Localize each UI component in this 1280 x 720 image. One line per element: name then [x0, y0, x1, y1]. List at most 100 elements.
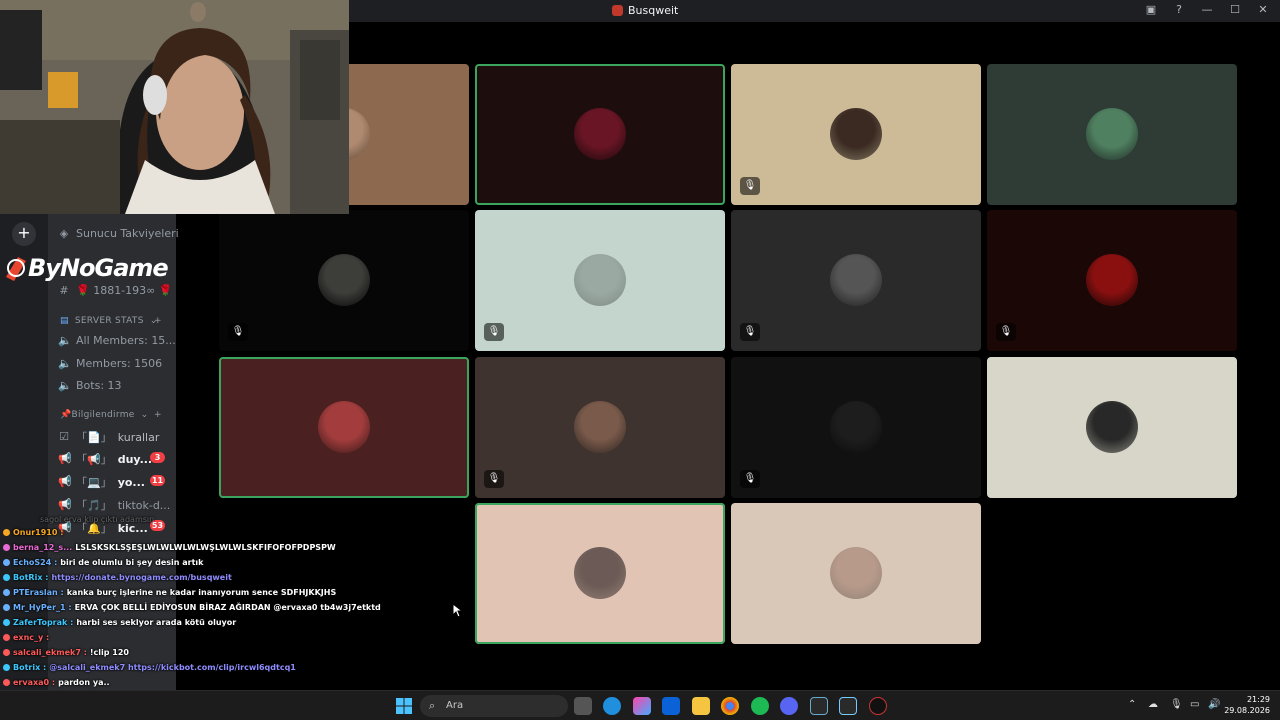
chrome-icon[interactable] [721, 697, 739, 715]
boost-icon: ◈ [59, 226, 69, 240]
muted-microphone-icon: 🎙 [228, 323, 248, 341]
channel-prefix: 「🎵」 [76, 499, 112, 512]
volume-icon[interactable]: 🔊 [1208, 699, 1220, 710]
chat-username: Mr_HyPer_1 : [13, 603, 72, 612]
participant-tile[interactable] [475, 64, 725, 205]
category-bilgilendirme[interactable]: 📌Bilgilendirme ⌄ + [60, 410, 162, 420]
channel-member-counter[interactable]: # 🌹 1881-193∞ 🌹 [58, 283, 172, 297]
voice-channel-all-members[interactable]: 🔈 All Members: 15... [58, 334, 176, 347]
participant-avatar [574, 547, 626, 599]
add-server-icon[interactable]: + [12, 222, 36, 246]
stats-icon: ▤ [60, 316, 69, 326]
muted-microphone-icon: 🎙 [996, 323, 1016, 341]
server-boosts-label: Sunucu Takviyeleri [76, 227, 179, 240]
user-badge-icon [3, 589, 10, 596]
edge-icon[interactable] [603, 697, 621, 715]
participant-tile[interactable]: 🎙 [731, 357, 981, 498]
participant-tile[interactable] [987, 357, 1237, 498]
copilot-icon[interactable] [633, 697, 651, 715]
category-server-stats[interactable]: ▤ SERVER STATS ⌄ + [60, 316, 162, 326]
chat-message: Botrix : @salcali_ekmek7 https://kickbot.… [3, 660, 296, 675]
user-badge-icon [3, 559, 10, 566]
chat-username: berna_12_s... [13, 543, 73, 552]
participant-avatar [1086, 254, 1138, 306]
server-boosts[interactable]: ◈ Sunucu Takviyeleri [58, 227, 179, 240]
task-view-icon[interactable] [574, 697, 592, 715]
streamer-webcam [0, 0, 349, 214]
participant-avatar [574, 401, 626, 453]
add-channel-icon[interactable]: + [154, 410, 162, 420]
user-badge-icon [3, 634, 10, 641]
chat-message: Mr_HyPer_1 : ERVA ÇOK BELLİ EDİYOSUN BİRA… [3, 600, 381, 615]
cloud-icon[interactable]: ☁ [1148, 699, 1158, 710]
chat-message: berna_12_s... LSLSKSKLSŞEŞLWLWLWLWLWŞLWLW… [3, 540, 336, 555]
channel-label: duy... [117, 452, 153, 466]
window-title-text: Busqweit [628, 4, 679, 17]
app-settings-icon[interactable] [839, 697, 857, 715]
muted-microphone-icon: 🎙 [740, 323, 760, 341]
network-icon[interactable]: ▭ [1190, 699, 1199, 710]
app-check-icon[interactable] [810, 697, 828, 715]
windows-taskbar: ⌕ Ara ⌃ ☁ 🎙 ▭ 🔊 21:29 29.08.2026 [0, 690, 1280, 720]
user-badge-icon [3, 529, 10, 536]
user-badge-icon [3, 619, 10, 626]
participant-tile[interactable]: 🎙 [731, 64, 981, 205]
add-channel-icon[interactable]: + [154, 316, 162, 326]
system-clock[interactable]: 21:29 29.08.2026 [1224, 694, 1270, 716]
unread-badge: 3 [150, 452, 165, 463]
close-button[interactable]: ✕ [1256, 3, 1270, 16]
maximize-button[interactable]: ☐ [1228, 3, 1242, 16]
chat-message: BotRix : https://donate.bynogame.com/busq… [3, 570, 232, 585]
channel-youtube[interactable]: 📢 「💻」 yo... [58, 474, 145, 490]
voice-channel-members[interactable]: 🔈 Members: 1506 [58, 357, 162, 370]
participant-tile[interactable]: 🎙 [987, 210, 1237, 351]
minimize-button[interactable]: — [1200, 3, 1214, 16]
chat-username: BotRix : [13, 573, 49, 582]
chat-text: pardon ya.. [58, 678, 110, 687]
channel-tiktok[interactable]: 📢 「🎵」 tiktok-d... [58, 497, 170, 513]
windows-start-icon[interactable] [396, 698, 412, 714]
speaker-icon: 🔈 [58, 333, 72, 347]
participant-tile[interactable] [731, 503, 981, 644]
participant-tile[interactable]: 🎙 [475, 357, 725, 498]
chevron-up-icon[interactable]: ⌃ [1128, 699, 1136, 710]
chat-username: PTEraslan : [13, 588, 64, 597]
chat-text: ERVA ÇOK BELLİ EDİYOSUN BİRAZ AĞIRDAN @e… [74, 603, 381, 612]
participant-avatar [574, 254, 626, 306]
obs-icon[interactable] [869, 697, 887, 715]
muted-microphone-icon: 🎙 [484, 323, 504, 341]
inbox-icon[interactable]: ▣ [1144, 3, 1158, 16]
participant-tile[interactable]: 🎙 [219, 210, 469, 351]
participant-tile[interactable] [219, 357, 469, 498]
channel-kurallar[interactable]: ☑ 「📄」 kurallar [58, 429, 159, 445]
chat-text: @salcali_ekmek7 https://kickbot.com/clip… [49, 663, 296, 672]
chat-username: exnc_y : [13, 633, 50, 642]
voice-channel-label: Bots: 13 [76, 379, 122, 392]
voice-channel-bots[interactable]: 🔈 Bots: 13 [58, 379, 122, 392]
file-explorer-icon[interactable] [692, 697, 710, 715]
microphone-icon[interactable]: 🎙 [1170, 699, 1183, 710]
window-title: Busqweit [612, 4, 678, 17]
spotify-icon[interactable] [751, 697, 769, 715]
participant-tile[interactable] [475, 503, 725, 644]
store-icon[interactable] [662, 697, 680, 715]
category-bilgilendirme-label: 📌Bilgilendirme [60, 410, 135, 420]
muted-microphone-icon: 🎙 [740, 470, 760, 488]
taskbar-search-placeholder: Ara [446, 700, 464, 711]
chat-text: !clip 120 [89, 648, 129, 657]
help-icon[interactable]: ? [1172, 3, 1186, 16]
channel-duyuru[interactable]: 📢 「📢」 duy... [58, 451, 152, 467]
user-badge-icon [3, 664, 10, 671]
hash-icon: # [59, 283, 69, 297]
voice-channel-label: Members: 1506 [76, 357, 163, 370]
taskbar-search-input[interactable]: ⌕ Ara [420, 695, 568, 717]
user-badge-icon [3, 649, 10, 656]
participant-tile[interactable]: 🎙 [731, 210, 981, 351]
participant-tile[interactable]: 🎙 [475, 210, 725, 351]
chat-message: EchoS24 : biri de olumlu bi şey desin art… [3, 555, 203, 570]
chat-username: Botrix : [13, 663, 47, 672]
discord-icon[interactable] [780, 697, 798, 715]
rules-icon: ☑ [59, 430, 69, 443]
announcement-icon: 📢 [58, 498, 72, 511]
participant-tile[interactable] [987, 64, 1237, 205]
